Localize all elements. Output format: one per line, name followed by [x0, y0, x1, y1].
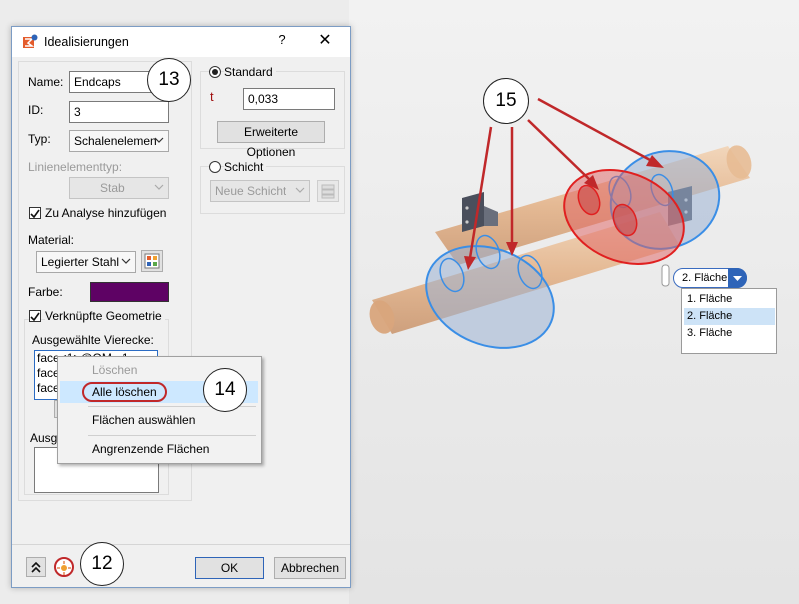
chevron-down-icon: [121, 258, 131, 264]
thickness-field[interactable]: 0,033: [243, 88, 335, 110]
menu-item-select-faces[interactable]: Flächen auswählen: [60, 409, 258, 431]
bottom-divider: [12, 544, 350, 545]
menu-item-adjacent-faces[interactable]: Angrenzende Flächen: [60, 438, 258, 460]
double-chevron-up-icon: [31, 561, 41, 573]
idealization-dialog: Idealisierungen ? ✕ Name: Endcaps ID: 3 …: [11, 26, 351, 588]
face-selector-value: 2. Fläche: [682, 272, 728, 284]
line-type-label: Linienelementtyp:: [28, 160, 123, 174]
line-type-value: Stab: [100, 181, 125, 195]
chevron-down-icon: [295, 187, 305, 193]
callout-12: 12: [80, 542, 124, 586]
layer-library-button: [317, 180, 339, 202]
add-analysis-checkbox[interactable]: [29, 207, 41, 219]
close-button[interactable]: ✕: [315, 30, 335, 50]
ok-button[interactable]: OK: [195, 557, 264, 579]
chevron-down-icon[interactable]: [728, 268, 747, 288]
standard-label: Standard: [224, 65, 276, 79]
face-option[interactable]: 1. Fläche: [684, 291, 775, 308]
linked-geometry-label: Verknüpfte Geometrie: [45, 309, 165, 323]
material-library-icon: [144, 253, 160, 269]
standard-radio[interactable]: [209, 66, 221, 78]
callout-13: 13: [147, 58, 191, 102]
help-button[interactable]: ?: [274, 32, 290, 47]
layer-stack-icon: [321, 184, 335, 199]
type-label: Typ:: [28, 132, 51, 146]
id-field[interactable]: 3: [69, 101, 169, 123]
material-library-button[interactable]: [141, 250, 163, 272]
chevron-down-icon: [154, 137, 164, 143]
idealization-app-icon: [22, 34, 38, 50]
face-option-selected[interactable]: 2. Fläche: [684, 308, 775, 325]
color-swatch[interactable]: [90, 282, 169, 302]
material-value: Legierter Stahl: [41, 255, 120, 269]
linked-geometry-checkbox[interactable]: [29, 310, 41, 322]
thickness-symbol: t: [210, 89, 214, 104]
menu-separator: [88, 435, 256, 436]
layer-label: Schicht: [224, 160, 267, 174]
name-label: Name:: [28, 75, 64, 89]
dialog-titlebar[interactable]: Idealisierungen ? ✕: [12, 27, 350, 57]
face-options-list[interactable]: 1. Fläche 2. Fläche 3. Fläche: [681, 288, 777, 354]
new-layer-select: Neue Schicht: [210, 180, 310, 202]
add-analysis-label: Zu Analyse hinzufügen: [45, 206, 167, 220]
material-select[interactable]: Legierter Stahl: [36, 251, 136, 273]
new-layer-value: Neue Schicht: [215, 184, 287, 198]
callout-14: 14: [203, 368, 247, 412]
dialog-title: Idealisierungen: [44, 35, 129, 49]
extended-options-button[interactable]: Erweiterte Optionen: [217, 121, 325, 159]
menu-item-delete-all-label: Alle löschen: [82, 382, 167, 402]
face-handle[interactable]: [661, 264, 670, 287]
type-select[interactable]: Schalenelemente: [69, 130, 169, 152]
type-select-value: Schalenelemente: [74, 134, 156, 148]
chevron-down-icon: [154, 184, 164, 190]
layer-radio[interactable]: [209, 161, 221, 173]
color-label: Farbe:: [28, 285, 63, 299]
line-type-select: Stab: [69, 177, 169, 199]
cancel-button[interactable]: Abbrechen: [274, 557, 346, 579]
callout-15: 15: [483, 78, 529, 124]
highlight-button[interactable]: [54, 557, 74, 577]
collapse-button[interactable]: [26, 557, 46, 577]
material-label: Material:: [28, 233, 75, 247]
face-option[interactable]: 3. Fläche: [684, 325, 775, 342]
selected-quads-label: Ausgewählte Vierecke:: [32, 333, 154, 347]
id-label: ID:: [28, 103, 44, 117]
sparkle-icon: [57, 561, 71, 575]
